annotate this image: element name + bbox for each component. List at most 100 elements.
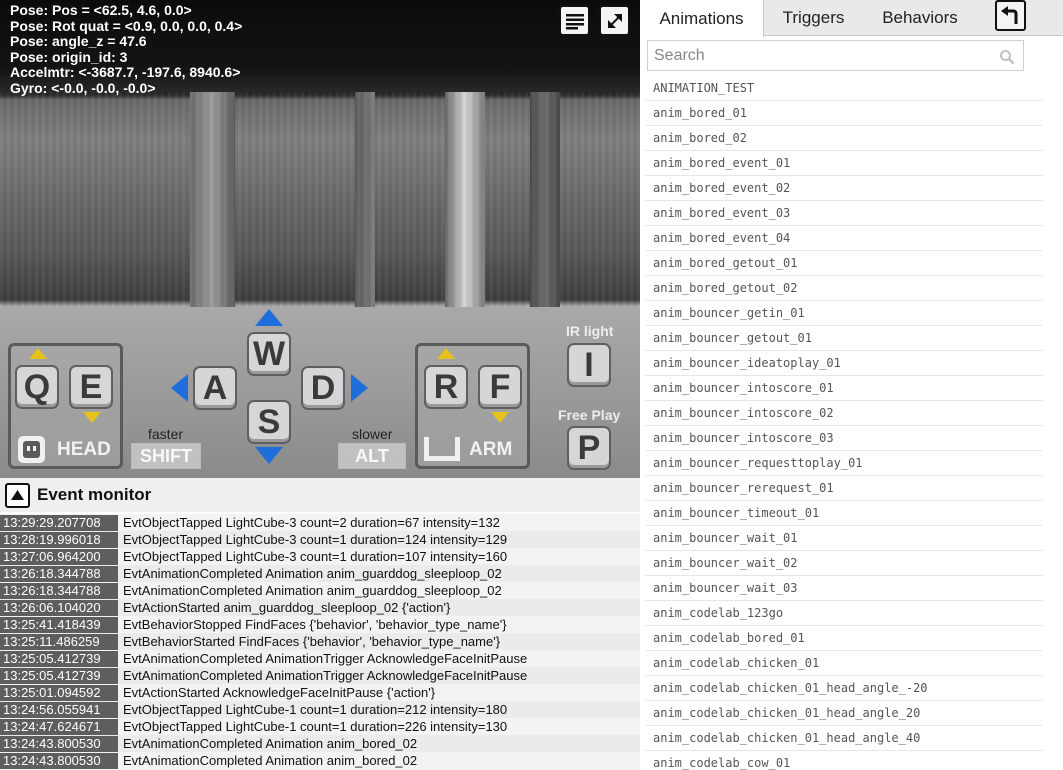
animation-list-item[interactable]: anim_codelab_chicken_01_head_angle_-20 [645,676,1043,701]
event-message: EvtObjectTapped LightCube-3 count=1 dura… [123,549,508,564]
free-play-key[interactable]: P [567,426,611,470]
event-timestamp: 13:29:29.207708 [0,514,118,531]
event-monitor-header: Event monitor [0,478,640,512]
animation-list-item[interactable]: anim_codelab_chicken_01 [645,651,1043,676]
event-timestamp: 13:24:47.624671 [0,718,118,735]
event-row: 13:25:01.094592 EvtActionStarted Acknowle… [0,684,640,701]
event-row: 13:24:56.055941 EvtObjectTapped LightCube… [0,701,640,718]
animation-list-item[interactable]: anim_bored_01 [645,101,1043,126]
animation-list-item[interactable]: anim_codelab_cow_01 [645,751,1043,770]
head-up-key[interactable]: Q [15,365,59,409]
animation-list-item[interactable]: anim_codelab_123go [645,601,1043,626]
event-timestamp: 13:26:18.344788 [0,565,118,582]
search-icon [1000,50,1015,65]
free-play-label: Free Play [558,407,621,423]
event-message: EvtActionStarted AcknowledgeFaceInitPaus… [123,685,436,700]
expand-icon [607,13,622,28]
animation-list-item[interactable]: anim_bouncer_intoscore_03 [645,426,1043,451]
search-input[interactable] [648,41,988,70]
animation-list-item[interactable]: anim_bouncer_wait_03 [645,576,1043,601]
camera-scene-texture [0,92,640,307]
animation-list-item[interactable]: anim_codelab_bored_01 [645,626,1043,651]
event-monitor-title: Event monitor [37,485,152,504]
tab-triggers[interactable]: Triggers [766,0,861,36]
animation-list-item[interactable]: anim_bored_event_03 [645,201,1043,226]
animation-list-item[interactable]: anim_bouncer_intoscore_02 [645,401,1043,426]
event-timestamp: 13:24:43.800530 [0,735,118,752]
event-row: 13:24:43.800530 EvtAnimationCompleted Ani… [0,735,640,752]
event-message: EvtActionStarted anim_guarddog_sleeploop… [123,600,451,615]
drive-back-key[interactable]: S [247,400,291,444]
animation-list-item[interactable]: anim_bouncer_rerequest_01 [645,476,1043,501]
list-toggle-button[interactable] [559,5,590,36]
alt-key[interactable]: ALT [338,443,406,469]
drive-left-key[interactable]: A [193,366,237,410]
event-timestamp: 13:25:05.412739 [0,650,118,667]
event-message: EvtObjectTapped LightCube-1 count=1 dura… [123,702,508,717]
event-timestamp: 13:24:56.055941 [0,701,118,718]
event-timestamp: 13:26:18.344788 [0,582,118,599]
right-arrow-icon [351,374,368,402]
event-message: EvtObjectTapped LightCube-1 count=1 dura… [123,719,508,734]
pose-line: Accelmtr: <-3687.7, -197.6, 8940.6> [10,64,241,80]
forward-arrow-icon [255,309,283,326]
event-message: EvtObjectTapped LightCube-3 count=1 dura… [123,532,508,547]
event-row: 13:26:18.344788 EvtAnimationCompleted Ani… [0,582,640,599]
tab-behaviors[interactable]: Behaviors [864,0,976,36]
animation-list-item[interactable]: anim_bouncer_timeout_01 [645,501,1043,526]
event-message: EvtAnimationCompleted Animation anim_gua… [123,566,502,581]
event-row: 13:25:11.486259 EvtBehaviorStarted FindFa… [0,633,640,650]
animation-list-item[interactable]: anim_bored_event_04 [645,226,1043,251]
head-down-key[interactable]: E [69,365,113,409]
undo-icon [1000,5,1017,24]
drive-right-key[interactable]: D [301,366,345,410]
arm-label: ARM [469,439,513,460]
pose-readout: Pose: Pos = <62.5, 4.6, 0.0> Pose: Rot qu… [10,2,243,96]
faster-label: faster [148,426,184,442]
shift-key[interactable]: SHIFT [131,443,201,469]
animation-list-item[interactable]: anim_bouncer_ideatoplay_01 [645,351,1043,376]
event-message: EvtAnimationCompleted Animation anim_bor… [123,736,418,751]
tab-animations[interactable]: Animations [640,0,764,37]
event-timestamp: 13:25:05.412739 [0,667,118,684]
event-message: EvtAnimationCompleted AnimationTrigger A… [123,668,528,683]
pose-line: Pose: Rot quat = <0.9, 0.0, 0.0, 0.4> [10,17,243,34]
list-icon [565,13,584,29]
animation-list-item[interactable]: anim_codelab_chicken_01_head_angle_20 [645,701,1043,726]
arm-up-key[interactable]: R [424,365,468,409]
event-row: 13:26:18.344788 EvtAnimationCompleted Ani… [0,565,640,582]
animation-list-item[interactable]: anim_bouncer_requesttoplay_01 [645,451,1043,476]
collapse-toggle-button[interactable] [5,482,30,508]
lift-icon [424,437,460,461]
head-label: HEAD [57,439,111,460]
animation-list-item[interactable]: anim_bouncer_wait_02 [645,551,1043,576]
animation-list: ANIMATION_TEST anim_bored_01 anim_bored_02… [645,76,1043,770]
animation-list-item[interactable]: anim_bored_event_02 [645,176,1043,201]
event-row: 13:28:19.996018 EvtObjectTapped LightCube… [0,531,640,548]
fullscreen-button[interactable] [599,5,630,36]
animation-list-item[interactable]: anim_bouncer_getin_01 [645,301,1043,326]
event-row: 13:25:05.412739 EvtAnimationCompleted Ani… [0,650,640,667]
animation-list-item[interactable]: anim_bouncer_intoscore_01 [645,376,1043,401]
animation-list-item[interactable]: anim_bored_getout_02 [645,276,1043,301]
animation-list-item[interactable]: anim_bouncer_wait_01 [645,526,1043,551]
animation-list-item[interactable]: anim_bouncer_getout_01 [645,326,1043,351]
drive-forward-key[interactable]: W [247,332,291,376]
event-timestamp: 13:26:06.104020 [0,599,118,616]
robot-face-icon [18,436,45,463]
arm-down-key[interactable]: F [478,365,522,409]
animation-list-item[interactable]: anim_codelab_chicken_01_head_angle_40 [645,726,1043,751]
event-message: EvtBehaviorStopped FindFaces {'behavior'… [123,617,507,632]
head-down-arrow-icon [83,412,101,423]
event-row: 13:24:43.800530 EvtAnimationCompleted Ani… [0,752,640,769]
animation-list-item[interactable]: anim_bored_getout_01 [645,251,1043,276]
head-up-arrow-icon [29,348,47,359]
animation-list-item[interactable]: anim_bored_event_01 [645,151,1043,176]
event-timestamp: 13:25:41.418439 [0,616,118,633]
camera-view: Pose: Pos = <62.5, 4.6, 0.0> Pose: Rot qu… [0,0,640,478]
back-button[interactable] [995,0,1026,31]
animation-list-item[interactable]: ANIMATION_TEST [645,76,1043,101]
event-row: 13:24:47.624671 EvtObjectTapped LightCube… [0,718,640,735]
ir-light-key[interactable]: I [567,343,611,387]
animation-list-item[interactable]: anim_bored_02 [645,126,1043,151]
